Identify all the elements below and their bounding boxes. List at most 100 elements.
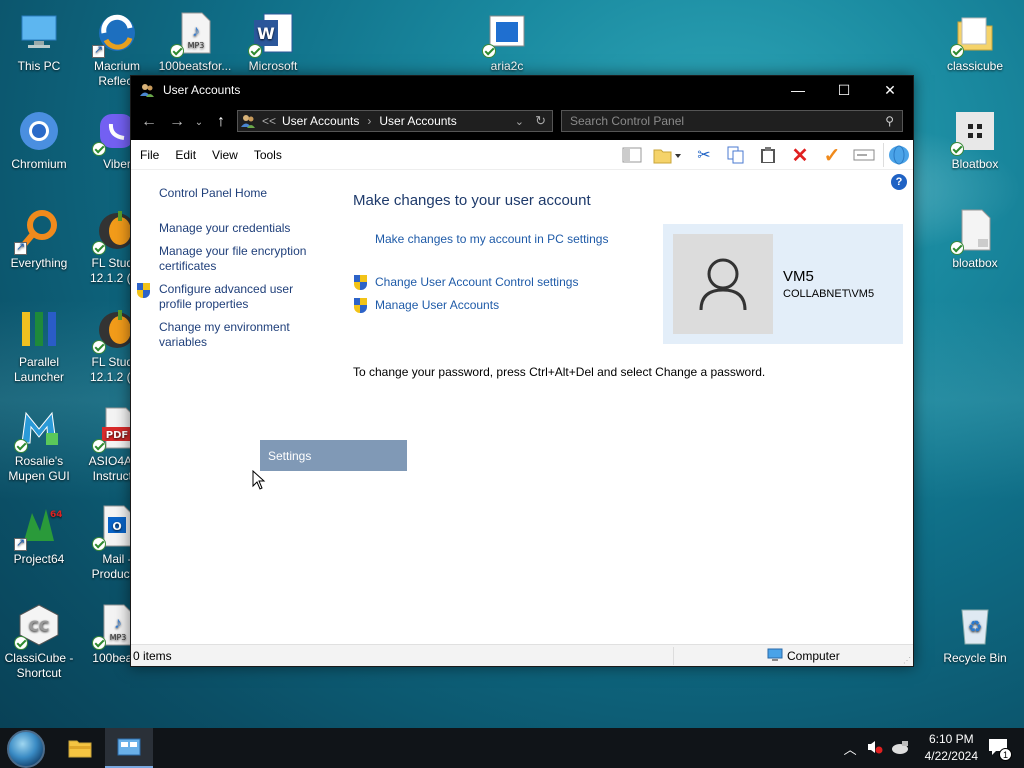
window-title: User Accounts [163, 83, 241, 97]
shortcut-arrow-icon [14, 240, 27, 255]
uac-shield-icon [354, 298, 367, 313]
resize-grip-icon[interactable]: ⋰ [903, 656, 911, 665]
desktop-icon-classicube-shortcut[interactable]: CC ClassiCube - Shortcut [0, 602, 78, 681]
globe-icon[interactable] [883, 143, 909, 167]
configure-advanced-profile-link[interactable]: Configure advanced user profile properti… [137, 282, 329, 312]
folder-options-icon[interactable] [651, 143, 685, 167]
mupen-icon [14, 405, 62, 453]
desktop-icon-aria2c[interactable]: aria2c [468, 10, 546, 74]
refresh-icon[interactable]: ↻ [535, 113, 546, 129]
bloatbox-icon [950, 108, 998, 156]
configure-advanced-profile-label: Configure advanced user profile properti… [159, 282, 294, 311]
svg-text:W: W [257, 24, 275, 43]
settings-tooltip: Settings [260, 440, 407, 471]
pc-settings-link[interactable]: Make changes to my account in PC setting… [375, 232, 608, 246]
forward-arrow-icon[interactable]: → [163, 110, 191, 134]
desktop-icon-bloatbox[interactable]: Bloatbox [936, 108, 1014, 172]
minimize-button[interactable]: — [775, 76, 821, 104]
address-row: ← → ⌄ ↑ << User Accounts › User Accounts… [131, 104, 913, 140]
menu-edit[interactable]: Edit [167, 148, 204, 162]
clock-date: 4/22/2024 [924, 749, 978, 763]
application-window-icon [482, 10, 530, 58]
svg-text:MP3: MP3 [110, 633, 127, 642]
recent-locations-chevron-icon[interactable]: ⌄ [191, 110, 207, 134]
copy-icon[interactable] [723, 143, 749, 167]
help-icon[interactable]: ? [891, 174, 907, 190]
cut-icon[interactable]: ✂ [691, 143, 717, 167]
svg-text:PDF: PDF [106, 430, 128, 441]
parallel-launcher-icon [16, 306, 62, 352]
search-input[interactable]: Search Control Panel ⚲ [561, 110, 903, 132]
rename-icon[interactable] [851, 143, 877, 167]
network-icon[interactable] [891, 740, 909, 757]
change-environment-variables-link[interactable]: Change my environment variables [159, 320, 329, 350]
user-accounts-icon [240, 113, 260, 129]
sync-check-icon [950, 142, 964, 156]
macrium-icon [92, 10, 140, 58]
paste-icon[interactable] [755, 143, 781, 167]
user-accounts-icon [139, 82, 155, 98]
desktop-icon-classicube[interactable]: classicube [936, 10, 1014, 74]
file-explorer-taskbar-icon[interactable] [56, 728, 104, 768]
desktop-icon-bloatbox-file[interactable]: bloatbox [936, 207, 1014, 271]
sync-check-icon [248, 44, 262, 58]
breadcrumb-user-accounts-2[interactable]: User Accounts [379, 114, 456, 128]
back-arrow-icon[interactable]: ← [135, 110, 163, 134]
control-panel-taskbar-icon[interactable] [105, 728, 153, 768]
desktop-icon-this-pc[interactable]: This PC [0, 10, 78, 74]
breadcrumb-user-accounts-1[interactable]: User Accounts [282, 114, 359, 128]
desktop-icon-rosalies-mupen-gui[interactable]: Rosalie's Mupen GUI [0, 405, 78, 484]
notification-count-badge: 1 [999, 748, 1012, 761]
window-titlebar[interactable]: User Accounts — ☐ ✕ [131, 76, 913, 104]
menu-bar: File Edit View Tools ✂ ✕ ✓ [131, 140, 913, 170]
user-name: VM5 [783, 268, 814, 285]
desktop-icon-parallel-launcher[interactable]: Parallel Launcher [0, 306, 78, 385]
manage-user-accounts-link[interactable]: Manage User Accounts [375, 298, 499, 312]
sync-check-icon [950, 44, 964, 58]
change-uac-settings-link[interactable]: Change User Account Control settings [375, 275, 578, 289]
svg-text:64: 64 [50, 510, 62, 520]
control-panel-home-link[interactable]: Control Panel Home [159, 186, 329, 201]
start-button-icon[interactable] [7, 730, 45, 768]
desktop-icon-chromium[interactable]: Chromium [0, 108, 78, 172]
sync-check-icon [92, 439, 106, 453]
shortcut-arrow-icon [14, 536, 27, 551]
notification-center-icon[interactable]: 1 [988, 738, 1012, 761]
svg-text:♪: ♪ [192, 23, 200, 40]
status-bar: 0 items Computer ⋰ [131, 644, 913, 666]
desktop-icon-recycle-bin[interactable]: ♻ Recycle Bin [936, 602, 1014, 666]
svg-text:MP3: MP3 [188, 41, 205, 50]
status-location: Computer [787, 649, 840, 663]
menu-tools[interactable]: Tools [246, 148, 290, 162]
file-icon [950, 207, 998, 255]
breadcrumb-chevron-icon: › [367, 114, 372, 128]
volume-muted-icon[interactable] [867, 740, 883, 757]
magnifier-icon [14, 207, 62, 255]
breadcrumb-overflow[interactable]: << [262, 114, 276, 128]
layout-pane-icon[interactable] [619, 143, 645, 167]
address-dropdown-icon[interactable]: ⌄ [515, 115, 524, 128]
user-avatar-icon [673, 234, 773, 334]
manage-file-encryption-link[interactable]: Manage your file encryption certificates [159, 244, 329, 274]
close-button[interactable]: ✕ [867, 76, 913, 104]
menu-file[interactable]: File [131, 148, 167, 162]
menu-view[interactable]: View [204, 148, 246, 162]
address-bar[interactable]: << User Accounts › User Accounts ⌄ ↻ [237, 110, 553, 132]
desktop-icon-everything[interactable]: Everything [0, 207, 78, 271]
sync-check-icon [92, 142, 106, 156]
desktop-icon-100beats[interactable]: ♪ MP3 100beatsfor... [156, 10, 234, 74]
tray-chevron-up-icon[interactable]: ︿ [844, 739, 857, 758]
manage-credentials-link[interactable]: Manage your credentials [159, 221, 329, 236]
user-accounts-window: User Accounts — ☐ ✕ ← → ⌄ ↑ << User Acco… [130, 75, 914, 667]
sync-check-icon [92, 537, 106, 551]
left-navigation-pane: Control Panel Home Manage your credentia… [137, 186, 329, 358]
up-arrow-icon[interactable]: ↑ [207, 110, 235, 134]
desktop-icon-microsoft-word[interactable]: W Microsoft [234, 10, 312, 74]
search-icon[interactable]: ⚲ [885, 114, 894, 128]
properties-check-icon[interactable]: ✓ [819, 143, 845, 167]
user-account-card: VM5 COLLABNET\VM5 [663, 224, 903, 344]
clock[interactable]: 6:10 PM 4/22/2024 [925, 731, 978, 765]
desktop-icon-project64[interactable]: 64 Project64 [0, 503, 78, 567]
delete-icon[interactable]: ✕ [787, 143, 813, 167]
maximize-button[interactable]: ☐ [821, 76, 867, 104]
